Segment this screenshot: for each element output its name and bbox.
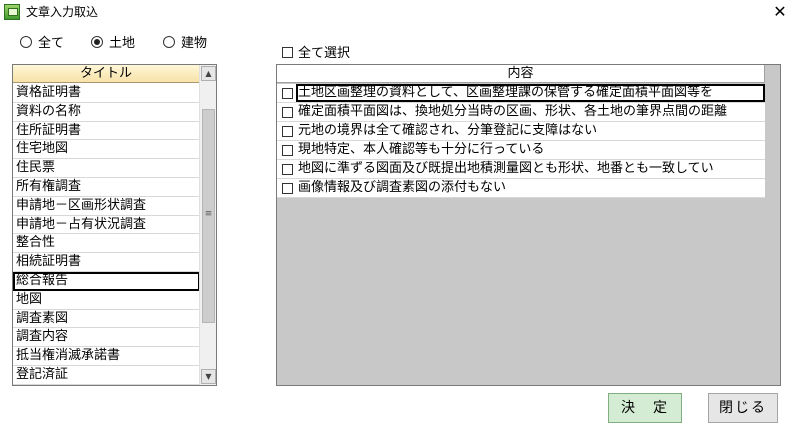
row-text: 確定面積平面図は、換地処分当時の区画、形状、各土地の筆界点間の距離 <box>298 104 728 119</box>
close-button[interactable]: 閉じる <box>708 393 778 423</box>
radio-all[interactable]: 全て <box>20 34 64 54</box>
list-item[interactable]: 申請地－区画形状調査 <box>13 197 200 216</box>
ok-button[interactable]: 決 定 <box>608 393 682 423</box>
radio-all-label: 全て <box>38 36 65 51</box>
list-item[interactable]: 相続証明書 <box>13 253 200 272</box>
list-item[interactable]: 住所証明書 <box>13 122 200 141</box>
row-checkbox[interactable] <box>282 183 293 194</box>
list-item[interactable]: 住宅地図 <box>13 140 200 160</box>
content-list: 内容 土地区画整理の資料として、区画整理課の保管する確定面積平面図等を 確定面積平… <box>276 64 781 386</box>
scroll-thumb[interactable]: ≡ <box>202 109 215 323</box>
scroll-up-icon[interactable]: ▲ <box>201 66 216 81</box>
row-checkbox[interactable] <box>282 107 293 118</box>
table-row[interactable]: 現地特定、本人確認等も十分に行っている <box>277 141 765 160</box>
close-icon[interactable]: ✕ <box>766 1 794 23</box>
row-text: 土地区画整理の資料として、区画整理課の保管する確定面積平面図等を <box>296 84 765 102</box>
title-bar: 文章入力取込 ✕ <box>0 0 800 24</box>
select-all-label: 全て選択 <box>298 46 351 61</box>
row-text: 現地特定、本人確認等も十分に行っている <box>298 142 545 157</box>
list-item[interactable]: 調査内容 <box>13 328 200 348</box>
row-text: 元地の境界は全て確認され、分筆登記に支障はない <box>298 123 598 138</box>
title-list-scrollbar[interactable]: ▲ ≡ ▼ <box>199 65 216 385</box>
radio-circle-icon <box>20 36 32 48</box>
app-icon <box>4 4 20 20</box>
row-checkbox[interactable] <box>282 88 293 99</box>
list-item[interactable]: 申請地－占有状況調査 <box>13 216 200 235</box>
select-all-checkbox[interactable]: 全て選択 <box>282 45 350 63</box>
row-text: 画像情報及び調査素図の添付もない <box>298 180 507 195</box>
radio-building-label: 建物 <box>181 36 208 51</box>
list-item[interactable]: 登記済証 <box>13 366 200 385</box>
table-row[interactable]: 元地の境界は全て確認され、分筆登記に支障はない <box>277 122 765 141</box>
table-row[interactable]: 土地区画整理の資料として、区画整理課の保管する確定面積平面図等を <box>277 84 765 103</box>
row-checkbox[interactable] <box>282 145 293 156</box>
title-list-rows: 資格証明書 資料の名称 住所証明書 住宅地図 住民票 所有権調査 申請地－区画形状調査 申請地… <box>13 84 200 385</box>
row-checkbox[interactable] <box>282 126 293 137</box>
thumb-grip-icon: ≡ <box>204 209 213 219</box>
row-text: 地図に準ずる図面及び既提出地積測量図とも形状、地番とも一致してい <box>298 161 714 176</box>
list-item[interactable]: 所有権調査 <box>13 178 200 197</box>
table-row[interactable]: 画像情報及び調査素図の添付もない <box>277 179 765 198</box>
radio-circle-selected-icon <box>91 36 103 48</box>
row-checkbox[interactable] <box>282 164 293 175</box>
list-item[interactable]: 地図 <box>13 291 200 310</box>
checkbox-icon <box>282 47 293 58</box>
radio-land-label: 土地 <box>109 36 136 51</box>
list-item[interactable]: 住民票 <box>13 159 200 178</box>
table-row[interactable]: 確定面積平面図は、換地処分当時の区画、形状、各土地の筆界点間の距離 <box>277 103 765 122</box>
list-item[interactable]: 資料の名称 <box>13 103 200 122</box>
title-list: タイトル 資格証明書 資料の名称 住所証明書 住宅地図 住民票 所有権調査 申請地－区画形状… <box>12 64 217 386</box>
content-list-header: 内容 <box>277 65 765 83</box>
list-item[interactable]: 整合性 <box>13 234 200 254</box>
radio-circle-icon <box>163 36 175 48</box>
list-item[interactable]: 資格証明書 <box>13 84 200 103</box>
list-item[interactable]: 総合報告 <box>13 271 200 291</box>
list-item[interactable]: 抵当権消滅承諾書 <box>13 347 200 366</box>
window-title: 文章入力取込 <box>26 5 99 19</box>
radio-building[interactable]: 建物 <box>163 34 207 54</box>
list-item[interactable]: 調査素図 <box>13 310 200 329</box>
scroll-down-icon[interactable]: ▼ <box>201 369 216 384</box>
content-list-rows: 土地区画整理の資料として、区画整理課の保管する確定面積平面図等を 確定面積平面図は… <box>277 84 765 198</box>
title-list-header: タイトル <box>13 65 200 83</box>
table-row[interactable]: 地図に準ずる図面及び既提出地積測量図とも形状、地番とも一致してい <box>277 160 765 179</box>
radio-land[interactable]: 土地 <box>91 34 135 54</box>
